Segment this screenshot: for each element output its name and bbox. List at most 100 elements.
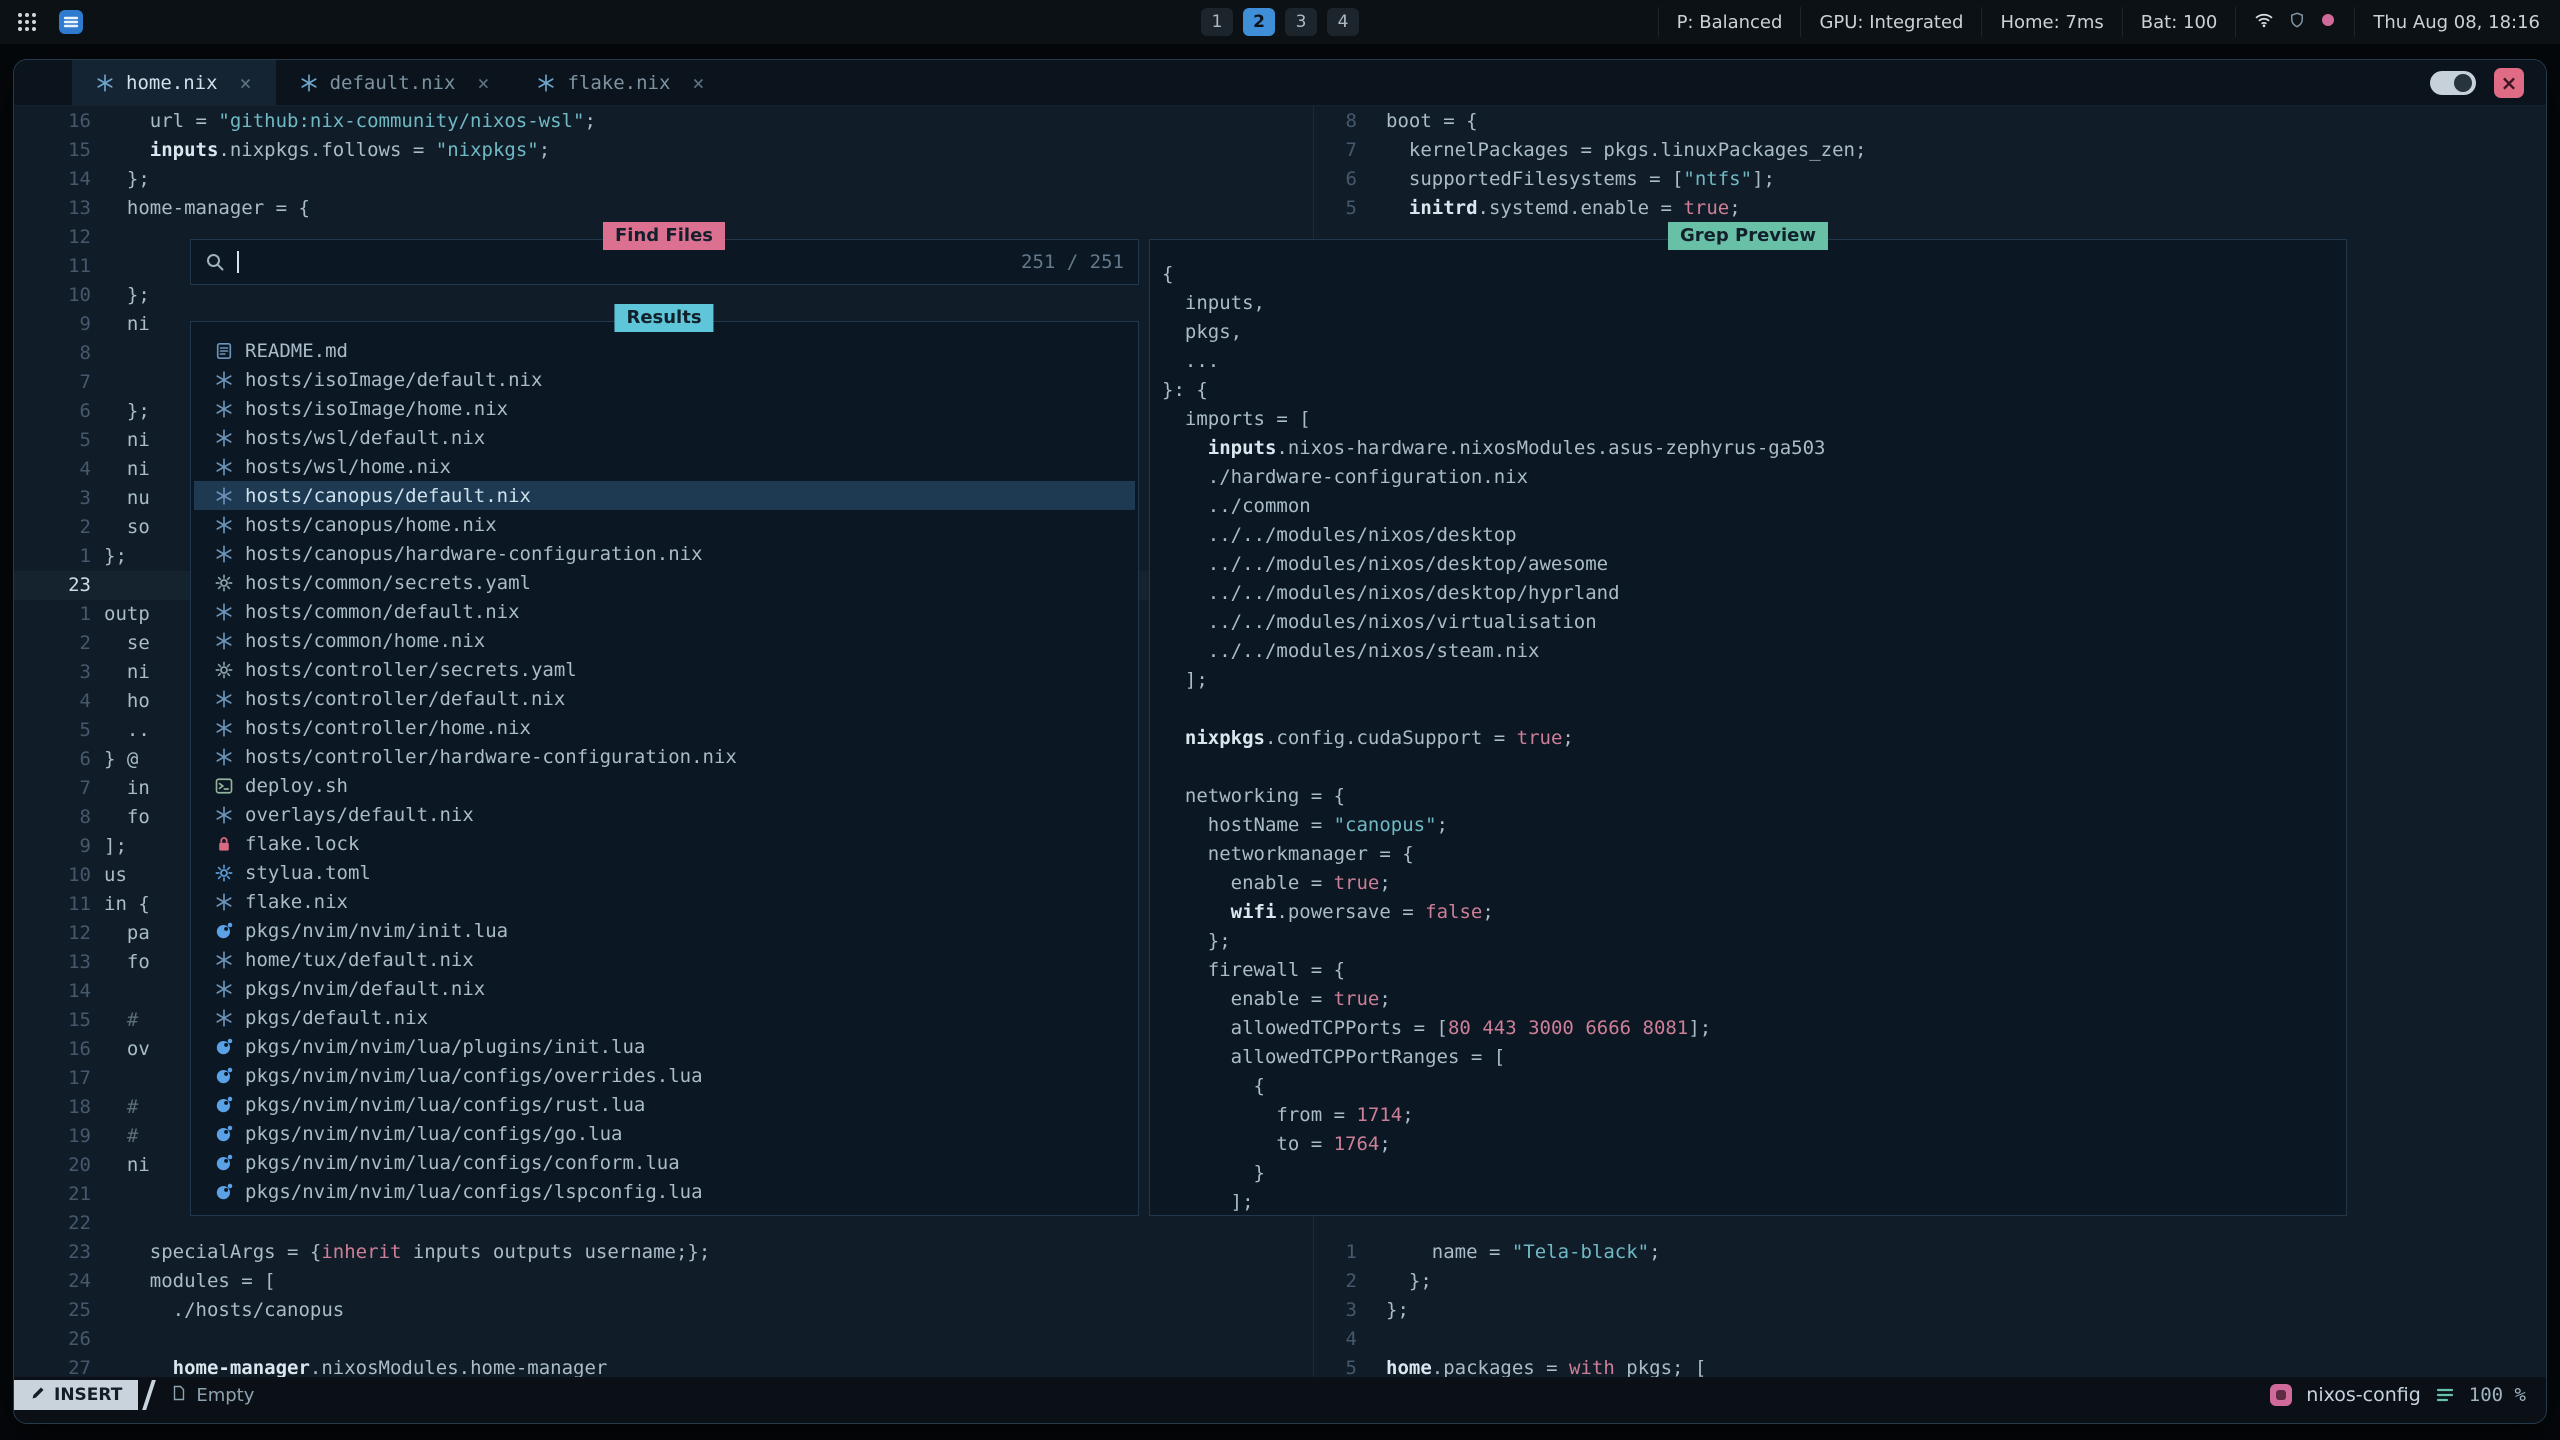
code-line: 7 xyxy=(14,368,104,397)
tab-close-icon[interactable]: × xyxy=(477,71,489,95)
nix-icon xyxy=(215,893,233,911)
result-item[interactable]: hosts/controller/hardware-configuration.… xyxy=(194,742,1135,771)
result-counter: 251 / 251 xyxy=(1021,251,1124,273)
result-filename: hosts/common/secrets.yaml xyxy=(245,572,531,594)
result-item[interactable]: hosts/isoImage/default.nix xyxy=(194,365,1135,394)
workspace-button-2[interactable]: 2 xyxy=(1243,8,1275,36)
find-files-title: Find Files xyxy=(603,222,725,250)
line-number: 8 xyxy=(14,803,91,832)
shield-icon[interactable] xyxy=(2288,11,2306,34)
lock-icon xyxy=(215,835,233,853)
line-number: 13 xyxy=(14,948,91,977)
result-item[interactable]: hosts/common/secrets.yaml xyxy=(194,568,1135,597)
result-item[interactable]: hosts/common/home.nix xyxy=(194,626,1135,655)
result-item[interactable]: README.md xyxy=(194,336,1135,365)
result-filename: hosts/canopus/home.nix xyxy=(245,514,497,536)
code-text: outp xyxy=(104,600,150,629)
preview-line: ../../modules/nixos/desktop/hyprland xyxy=(1162,579,1620,608)
lua-icon xyxy=(215,1183,233,1201)
window-close-button[interactable]: × xyxy=(2494,68,2524,98)
result-item[interactable]: hosts/common/default.nix xyxy=(194,597,1135,626)
app-menu-icon[interactable] xyxy=(58,9,84,35)
result-filename: pkgs/nvim/nvim/init.lua xyxy=(245,920,508,942)
result-item[interactable]: pkgs/default.nix xyxy=(194,1003,1135,1032)
workspace-button-4[interactable]: 4 xyxy=(1327,8,1359,36)
result-filename: pkgs/nvim/nvim/lua/configs/lspconfig.lua xyxy=(245,1181,703,1203)
code-text: .. xyxy=(104,716,150,745)
result-item[interactable]: pkgs/nvim/nvim/lua/configs/go.lua xyxy=(194,1119,1135,1148)
code-line: 4 ho xyxy=(14,687,150,716)
line-number: 3 xyxy=(14,658,91,687)
app-grid-icon[interactable] xyxy=(16,11,38,33)
wifi-icon[interactable] xyxy=(2254,10,2274,35)
code-line: 10us xyxy=(14,861,127,890)
nix-icon xyxy=(215,632,233,650)
code-text: kernelPackages = pkgs.linuxPackages_zen; xyxy=(1386,136,1866,165)
line-number: 12 xyxy=(14,919,91,948)
result-item[interactable]: home/tux/default.nix xyxy=(194,945,1135,974)
tab-close-icon[interactable]: × xyxy=(692,71,704,95)
result-item[interactable]: hosts/canopus/hardware-configuration.nix xyxy=(194,539,1135,568)
result-filename: hosts/canopus/hardware-configuration.nix xyxy=(245,543,703,565)
result-item[interactable]: hosts/canopus/home.nix xyxy=(194,510,1135,539)
result-item[interactable]: hosts/wsl/default.nix xyxy=(194,423,1135,452)
tab-home.nix[interactable]: home.nix× xyxy=(72,60,276,105)
tab-label: flake.nix xyxy=(567,72,670,94)
preview-line: enable = true; xyxy=(1162,869,1391,898)
result-item[interactable]: flake.lock xyxy=(194,829,1135,858)
result-item[interactable]: pkgs/nvim/nvim/lua/configs/conform.lua xyxy=(194,1148,1135,1177)
tab-flake.nix[interactable]: flake.nix × xyxy=(513,60,728,105)
layout-toggle-button[interactable] xyxy=(2430,71,2476,95)
result-filename: hosts/controller/default.nix xyxy=(245,688,565,710)
result-item[interactable]: hosts/canopus/default.nix xyxy=(194,481,1135,510)
result-item[interactable]: flake.nix xyxy=(194,887,1135,916)
result-item[interactable]: hosts/controller/default.nix xyxy=(194,684,1135,713)
nix-icon xyxy=(215,1009,233,1027)
line-number: 1 xyxy=(1317,1238,1357,1267)
result-filename: stylua.toml xyxy=(245,862,371,884)
color-dot-icon[interactable] xyxy=(2320,12,2336,33)
result-item[interactable]: deploy.sh xyxy=(194,771,1135,800)
code-line: 15 # xyxy=(14,1006,138,1035)
result-item[interactable]: pkgs/nvim/nvim/lua/configs/overrides.lua xyxy=(194,1061,1135,1090)
result-filename: flake.nix xyxy=(245,891,348,913)
result-item[interactable]: pkgs/nvim/nvim/lua/configs/rust.lua xyxy=(194,1090,1135,1119)
tab-close-icon[interactable]: × xyxy=(240,71,252,95)
result-item[interactable]: pkgs/nvim/nvim/lua/configs/lspconfig.lua xyxy=(194,1177,1135,1206)
result-item[interactable]: pkgs/nvim/nvim/init.lua xyxy=(194,916,1135,945)
workspace-button-3[interactable]: 3 xyxy=(1285,8,1317,36)
preview-line: ../../modules/nixos/desktop/awesome xyxy=(1162,550,1608,579)
line-number: 21 xyxy=(14,1180,91,1209)
preview-line: from = 1714; xyxy=(1162,1101,1414,1130)
result-item[interactable]: hosts/wsl/home.nix xyxy=(194,452,1135,481)
result-item[interactable]: overlays/default.nix xyxy=(194,800,1135,829)
result-item[interactable]: stylua.toml xyxy=(194,858,1135,887)
code-line: 16 url = "github:nix-community/nixos-wsl… xyxy=(14,107,596,136)
line-number: 6 xyxy=(14,397,91,426)
result-item[interactable]: pkgs/nvim/default.nix xyxy=(194,974,1135,1003)
topbar-module: P: Balanced xyxy=(1658,7,1801,37)
code-line: 3}; xyxy=(1317,1296,1409,1325)
line-number: 16 xyxy=(14,1035,91,1064)
code-line: 20 ni xyxy=(14,1151,150,1180)
line-number: 12 xyxy=(14,223,91,252)
result-item[interactable]: hosts/controller/secrets.yaml xyxy=(194,655,1135,684)
result-item[interactable]: hosts/controller/home.nix xyxy=(194,713,1135,742)
line-number: 2 xyxy=(14,629,91,658)
result-item[interactable]: hosts/isoImage/home.nix xyxy=(194,394,1135,423)
result-filename: hosts/wsl/home.nix xyxy=(245,456,451,478)
lua-icon xyxy=(215,1154,233,1172)
result-filename: home/tux/default.nix xyxy=(245,949,474,971)
result-item[interactable]: pkgs/nvim/nvim/lua/plugins/init.lua xyxy=(194,1032,1135,1061)
nix-icon xyxy=(215,371,233,389)
line-number: 14 xyxy=(14,165,91,194)
file-icon xyxy=(171,1385,187,1406)
tab-default.nix[interactable]: default.nix× xyxy=(276,60,514,105)
line-number: 4 xyxy=(14,687,91,716)
mode-indicator: INSERT xyxy=(14,1380,138,1410)
code-text: ni xyxy=(104,658,150,687)
preview-line: ../../modules/nixos/steam.nix xyxy=(1162,637,1540,666)
line-number: 11 xyxy=(14,252,91,281)
result-filename: hosts/common/home.nix xyxy=(245,630,485,652)
workspace-button-1[interactable]: 1 xyxy=(1201,8,1233,36)
